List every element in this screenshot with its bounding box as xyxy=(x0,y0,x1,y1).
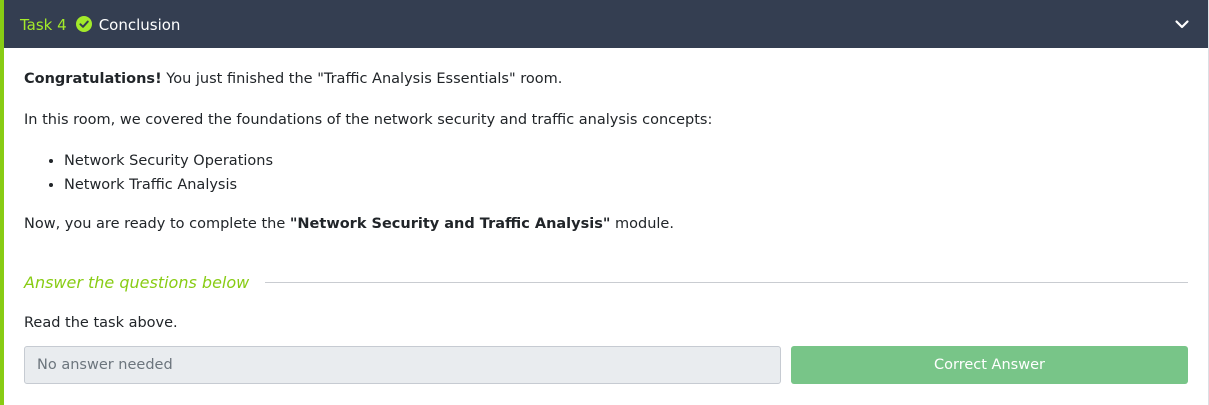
list-item: Network Security Operations xyxy=(64,149,1188,173)
task-header[interactable]: Task 4 Conclusion xyxy=(4,0,1208,48)
task-title: Conclusion xyxy=(98,16,181,34)
task-body: Congratulations! You just finished the "… xyxy=(4,48,1208,384)
answer-input[interactable] xyxy=(24,346,781,384)
closing-suffix: module. xyxy=(610,216,674,232)
coverage-paragraph: In this room, we covered the foundations… xyxy=(24,112,713,128)
intro-text: You just finished the "Traffic Analysis … xyxy=(161,71,563,87)
correct-answer-button[interactable]: Correct Answer xyxy=(791,346,1188,384)
check-circle-icon xyxy=(75,16,92,32)
list-item: Network Traffic Analysis xyxy=(64,173,1188,197)
intro-paragraph: Congratulations! You just finished the "… xyxy=(24,68,1188,90)
question-text: Read the task above. xyxy=(24,315,178,331)
task-number-label: Task 4 xyxy=(20,16,67,34)
answer-row: Correct Answer xyxy=(24,346,1188,384)
closing-prefix: Now, you are ready to complete the xyxy=(24,216,290,232)
module-name: "Network Security and Traffic Analysis" xyxy=(289,216,611,232)
closing-paragraph: Now, you are ready to complete the "Netw… xyxy=(24,213,1188,235)
topics-list: Network Security Operations Network Traf… xyxy=(24,149,1188,197)
answer-section-heading: Answer the questions below xyxy=(24,271,1188,293)
answer-heading-text: Answer the questions below xyxy=(24,272,250,292)
task-card: Task 4 Conclusion Congratulations! You j… xyxy=(0,0,1209,405)
divider xyxy=(265,281,1188,283)
chevron-down-icon[interactable] xyxy=(1174,16,1190,32)
intro-bold: Congratulations! xyxy=(24,71,162,87)
